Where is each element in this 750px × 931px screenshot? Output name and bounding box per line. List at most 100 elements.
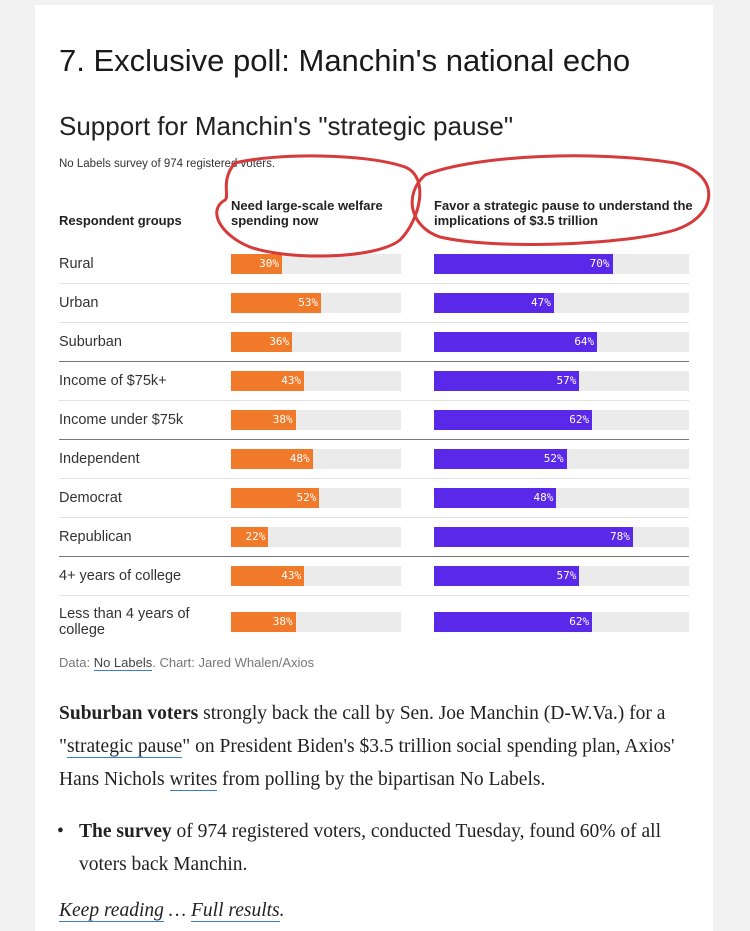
bar-track: 53% <box>231 293 401 313</box>
bar: 38% <box>231 612 296 632</box>
bar-track: 48% <box>434 488 689 508</box>
bar: 43% <box>231 566 305 586</box>
row-label: 4+ years of college <box>59 568 182 584</box>
bar: 70% <box>434 254 613 274</box>
bar: 57% <box>434 371 580 391</box>
bar-track: 62% <box>434 410 689 430</box>
source-prefix: Data: <box>59 655 94 670</box>
bar: 47% <box>434 293 554 313</box>
data-label: 30% <box>259 257 279 270</box>
bar-track: 57% <box>434 566 689 586</box>
bar-track: 70% <box>434 254 689 274</box>
row-label: Republican <box>59 529 132 545</box>
data-label: 62% <box>569 615 590 628</box>
row-label: Suburban <box>59 334 122 350</box>
table-row: Income under $75k 38% 62% <box>59 400 689 439</box>
bar-track: 78% <box>434 527 689 547</box>
data-label: 43% <box>281 374 302 387</box>
full-results-link[interactable]: Full results <box>190 900 280 922</box>
bar-track: 48% <box>231 449 401 469</box>
bar: 62% <box>434 410 593 430</box>
row-label: Income under $75k <box>59 412 184 428</box>
data-label: 36% <box>269 335 290 348</box>
chart-source: Data: No Labels. Chart: Jared Whalen/Axi… <box>59 655 315 671</box>
keep-reading-link[interactable]: Keep reading <box>59 900 164 922</box>
bar-track: 22% <box>231 527 401 547</box>
data-label: 38% <box>272 413 293 426</box>
table-row: Urban 53% 47% <box>59 283 689 322</box>
bar-track: 36% <box>231 332 401 352</box>
section-heading: 7. Exclusive poll: Manchin's national ec… <box>59 43 631 78</box>
table-row: Income of $75k+ 43% 57% <box>59 361 689 400</box>
row-label: Income of $75k+ <box>59 373 167 389</box>
table-row: Democrat 52% 48% <box>59 478 689 517</box>
paragraph-lead: Suburban voters <box>59 703 199 724</box>
table-row: Independent 48% 52% <box>59 439 689 478</box>
series-2-header: Favor a strategic pause to understand th… <box>434 198 693 228</box>
data-label: 48% <box>289 452 310 465</box>
bar-track: 57% <box>434 371 689 391</box>
row-header: Respondent groups <box>59 213 182 228</box>
table-row: Less than 4 years of college 38% 62% <box>59 595 689 648</box>
bar: 53% <box>231 293 322 313</box>
data-label: 62% <box>569 413 590 426</box>
strategic-pause-link[interactable]: strategic pause <box>66 736 183 758</box>
data-label: 48% <box>533 491 554 504</box>
source-link[interactable]: No Labels <box>93 655 153 671</box>
article-card: 7. Exclusive poll: Manchin's national ec… <box>35 5 713 931</box>
row-label: Less than 4 years of college <box>59 606 190 638</box>
separator: … <box>163 900 191 921</box>
data-label: 70% <box>589 257 610 270</box>
chart-title: Support for Manchin's "strategic pause" <box>59 111 514 141</box>
row-label: Democrat <box>59 490 122 506</box>
bar-track: 43% <box>231 371 401 391</box>
table-row: Suburban 36% 64% <box>59 322 689 361</box>
data-label: 43% <box>281 569 302 582</box>
row-label: Urban <box>59 295 99 311</box>
row-label: Rural <box>59 256 94 272</box>
bar: 62% <box>434 612 593 632</box>
data-label: 52% <box>543 452 564 465</box>
data-label: 53% <box>298 296 319 309</box>
bar-track: 52% <box>434 449 689 469</box>
data-label: 57% <box>556 374 577 387</box>
bar: 57% <box>434 566 580 586</box>
data-label: 78% <box>610 530 630 543</box>
period: . <box>279 900 285 921</box>
source-suffix: . Chart: Jared Whalen/Axios <box>152 655 315 670</box>
bar-track: 38% <box>231 410 401 430</box>
bar: 36% <box>231 332 293 352</box>
data-label: 22% <box>245 530 266 543</box>
bar: 43% <box>231 371 305 391</box>
bar-track: 38% <box>231 612 401 632</box>
table-row: Rural 30% 70% <box>59 245 689 283</box>
paragraph-text: from polling by the bipartisan No Labels… <box>217 769 546 790</box>
chart-rows: Rural 30% 70% Urban 53% 47% Suburban 36% 64% Inco… <box>59 245 689 648</box>
bullet-marker: • <box>57 821 64 842</box>
table-row: 4+ years of college 43% 57% <box>59 556 689 595</box>
bar: 52% <box>231 488 320 508</box>
article-paragraph: Suburban voters strongly back the call b… <box>59 697 699 796</box>
bullet-item: • The survey of 974 registered voters, c… <box>57 815 689 881</box>
data-label: 47% <box>530 296 551 309</box>
bar: 38% <box>231 410 296 430</box>
bar: 48% <box>231 449 313 469</box>
writes-link[interactable]: writes <box>169 769 218 791</box>
bullet-lead: The survey <box>79 821 172 842</box>
data-label: 38% <box>272 615 293 628</box>
table-row: Republican 22% 78% <box>59 517 689 556</box>
series-1-header: Need large-scale welfare spending now <box>231 198 383 228</box>
data-label: 52% <box>296 491 317 504</box>
bar: 30% <box>231 254 282 274</box>
bar: 78% <box>434 527 633 547</box>
chart-subtitle: No Labels survey of 974 registered voter… <box>59 158 276 170</box>
keep-reading-line: Keep reading … Full results. <box>59 900 285 922</box>
bar: 52% <box>434 449 567 469</box>
bar-track: 62% <box>434 612 689 632</box>
bar: 64% <box>434 332 598 352</box>
bar-track: 47% <box>434 293 689 313</box>
row-label: Independent <box>59 451 140 467</box>
bar-track: 64% <box>434 332 689 352</box>
bar-track: 30% <box>231 254 401 274</box>
bar-track: 52% <box>231 488 401 508</box>
